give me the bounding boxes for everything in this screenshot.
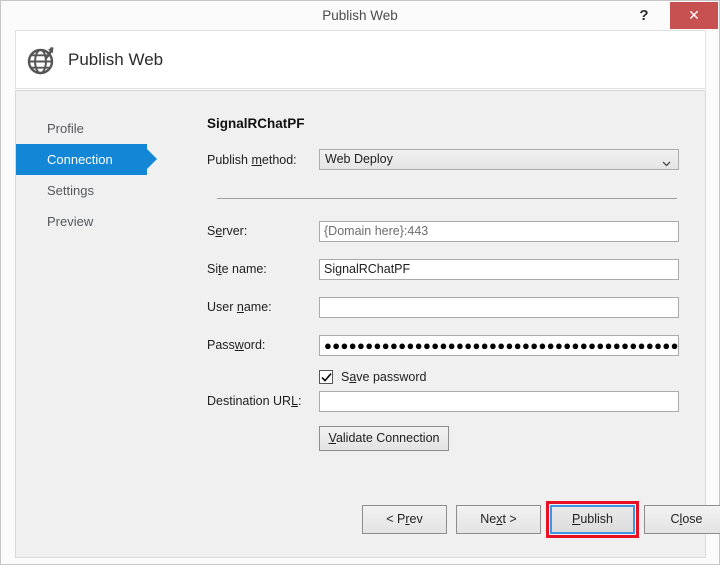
site-name-label: Site name: <box>207 262 267 276</box>
password-label: Password: <box>207 338 266 352</box>
sidebar-item-settings[interactable]: Settings <box>16 175 176 206</box>
next-button[interactable]: Next > <box>456 505 541 534</box>
validate-connection-button[interactable]: Validate Connection <box>319 426 449 451</box>
sidebar-item-profile[interactable]: Profile <box>16 113 176 144</box>
user-name-input[interactable] <box>319 297 679 318</box>
site-name-input[interactable]: SignalRChatPF <box>319 259 679 280</box>
form-separator <box>217 198 677 199</box>
dialog-header: Publish Web <box>15 30 706 89</box>
checkmark-icon <box>321 373 332 382</box>
publish-web-dialog: Publish Web ? ✕ Publish Web Profile Conn… <box>0 0 720 565</box>
help-button[interactable]: ? <box>629 1 659 30</box>
window-title: Publish Web <box>322 8 398 23</box>
server-input[interactable]: {Domain here}:443 <box>319 221 679 242</box>
dialog-footer: < Prev Next > Publish Close <box>16 491 720 557</box>
sidebar-item-connection[interactable]: Connection <box>16 144 157 175</box>
title-bar: Publish Web ? ✕ <box>1 1 719 30</box>
chevron-down-icon <box>662 155 671 167</box>
connection-form: SignalRChatPF Publish method: Web Deploy… <box>207 91 707 557</box>
save-password-checkbox[interactable] <box>319 370 333 384</box>
close-window-button[interactable]: ✕ <box>670 2 718 29</box>
sidebar-item-preview[interactable]: Preview <box>16 206 176 237</box>
sidebar: Profile Connection Settings Preview <box>16 113 176 237</box>
header-title: Publish Web <box>68 50 164 69</box>
close-button[interactable]: Close <box>644 505 720 534</box>
sidebar-item-label: Profile <box>47 121 84 136</box>
sidebar-selection-pointer-icon <box>147 149 157 169</box>
publish-method-dropdown[interactable]: Web Deploy <box>319 149 679 170</box>
publish-method-value: Web Deploy <box>325 152 393 166</box>
server-label: Server: <box>207 224 248 238</box>
globe-publish-icon <box>24 41 62 79</box>
prev-button[interactable]: < Prev <box>362 505 447 534</box>
destination-url-input[interactable] <box>319 391 679 412</box>
password-input[interactable]: ●●●●●●●●●●●●●●●●●●●●●●●●●●●●●●●●●●●●●●●●… <box>319 335 679 356</box>
sidebar-item-label: Settings <box>47 183 94 198</box>
destination-url-label: Destination URL: <box>207 394 302 408</box>
save-password-label: Save password <box>341 370 427 384</box>
publish-button[interactable]: Publish <box>550 505 635 534</box>
user-name-label: User name: <box>207 300 272 314</box>
password-masked-value: ●●●●●●●●●●●●●●●●●●●●●●●●●●●●●●●●●●●●●●●●… <box>324 338 679 353</box>
sidebar-item-label: Connection <box>47 152 113 167</box>
dialog-body: Profile Connection Settings Preview Sign… <box>15 90 720 558</box>
sidebar-item-label: Preview <box>47 214 94 229</box>
publish-method-label: Publish method: <box>207 153 297 167</box>
project-name-heading: SignalRChatPF <box>207 116 305 131</box>
